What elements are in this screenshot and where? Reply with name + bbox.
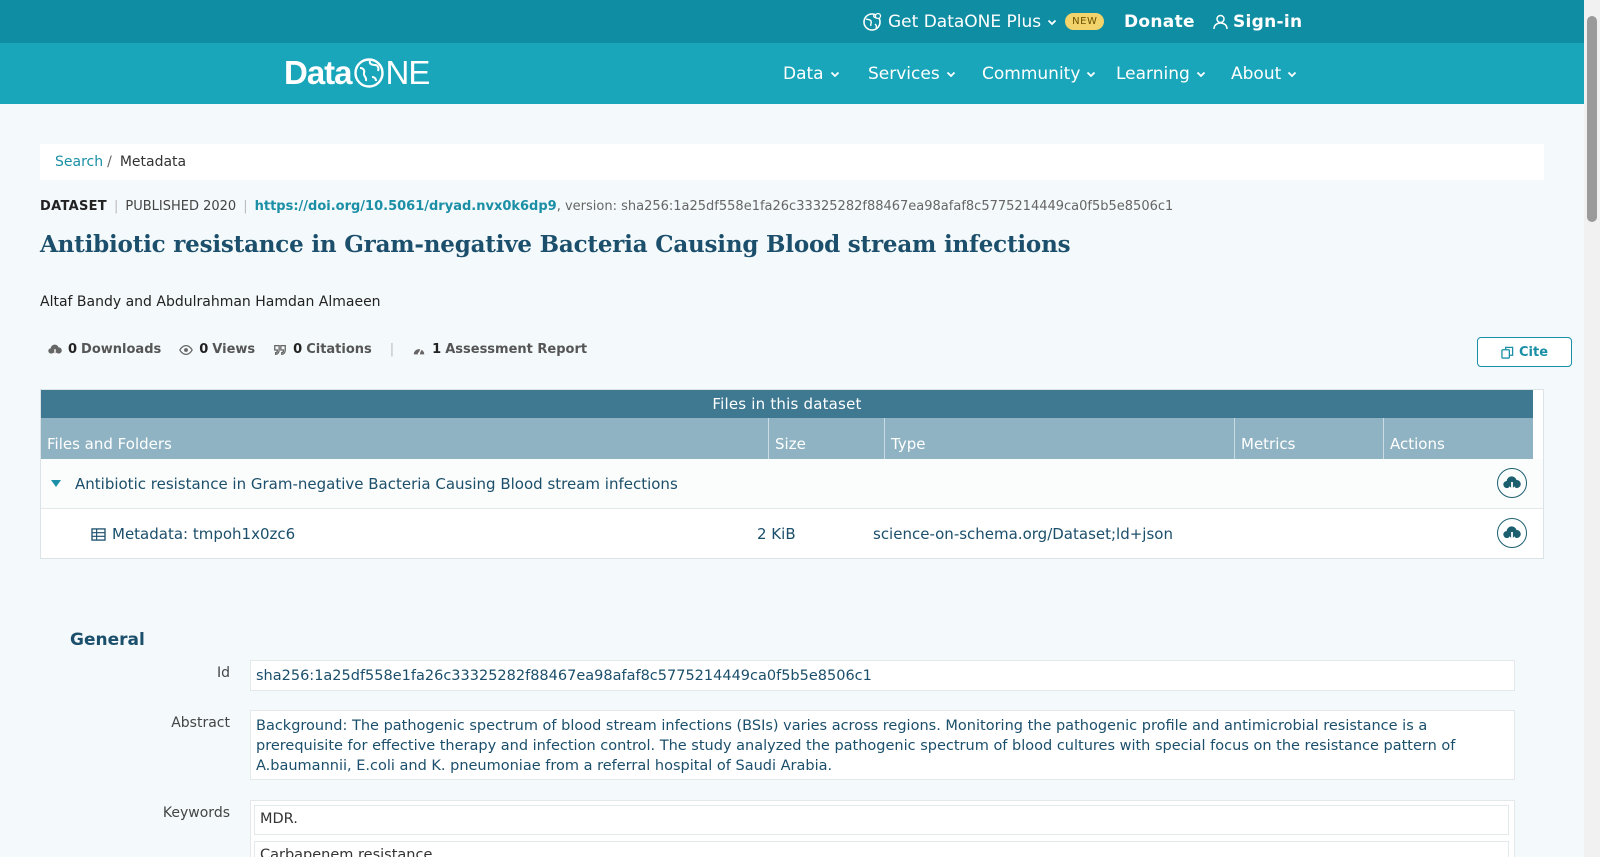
nav-services[interactable]: Services: [868, 43, 956, 104]
page-scrollbar[interactable]: [1584, 0, 1600, 857]
breadcrumb-current: Metadata: [119, 154, 187, 170]
cloud-download-icon: [1503, 526, 1521, 541]
abstract-value: Background: The pathogenic spectrum of b…: [250, 710, 1515, 780]
breadcrumb-separator: /: [107, 154, 112, 170]
page-title: Antibiotic resistance in Gram-negative B…: [40, 231, 1071, 258]
globe-icon: [863, 12, 882, 31]
divider: |: [243, 199, 248, 214]
doi-link[interactable]: https://doi.org/10.5061/dryad.nvx0k6dp9: [255, 199, 557, 214]
get-dataone-plus-label: Get DataONE Plus: [888, 11, 1042, 32]
sign-in-label: Sign-in: [1233, 11, 1303, 32]
table-icon: [91, 527, 106, 541]
citations-count: 0: [293, 342, 303, 357]
nav-label: About: [1231, 63, 1282, 84]
caret-down-icon: [51, 480, 61, 487]
nav-community[interactable]: Community: [982, 43, 1096, 104]
scrollbar-thumb[interactable]: [1587, 16, 1597, 222]
column-header-actions: Actions: [1383, 418, 1533, 459]
resource-type: DATASET: [40, 199, 107, 214]
citations-label: Citations: [306, 342, 372, 357]
chevron-down-icon: [1196, 71, 1205, 77]
logo-text-data: Data: [284, 54, 353, 91]
files-table: Files in this dataset Files and Folders …: [40, 389, 1544, 559]
downloads-metric[interactable]: 0 Downloads: [48, 342, 161, 357]
folder-name: Antibiotic resistance in Gram-negative B…: [75, 475, 678, 493]
citation-meta: DATASET | PUBLISHED 2020 | https://doi.o…: [40, 199, 1173, 214]
download-file-button[interactable]: [1497, 518, 1527, 548]
id-label: Id: [216, 665, 230, 681]
metadata-file-type: science-on-schema.org/Dataset;ld+json: [873, 525, 1173, 543]
authors: Altaf Bandy and Abdulrahman Hamdan Almae…: [40, 294, 381, 310]
chevron-down-icon: [1048, 19, 1057, 25]
column-header-files: Files and Folders: [47, 435, 172, 453]
abstract-label: Abstract: [171, 715, 230, 731]
chevron-down-icon: [1087, 71, 1096, 77]
metadata-file-size: 2 KiB: [757, 525, 796, 543]
downloads-count: 0: [68, 342, 78, 357]
nav-learning[interactable]: Learning: [1116, 43, 1206, 104]
earth-logo-icon: [353, 58, 384, 88]
divider: |: [113, 199, 119, 214]
cite-label: Cite: [1518, 344, 1549, 360]
cloud-download-icon: [48, 344, 62, 356]
nav-label: Community: [982, 63, 1081, 84]
views-label: Views: [212, 342, 256, 357]
keyword-item: Carbapenem resistance: [254, 841, 1509, 857]
column-header-size: Size: [768, 418, 884, 459]
quote-icon: [274, 344, 287, 355]
chevron-down-icon: [946, 71, 955, 77]
id-value: sha256:1a25df558e1fa26c33325282f88467ea9…: [250, 660, 1515, 691]
folder-row[interactable]: Antibiotic resistance in Gram-negative B…: [41, 459, 1543, 509]
keyword-item: MDR.: [254, 805, 1509, 835]
chevron-down-icon: [1288, 71, 1297, 77]
utility-bar: Get DataONE Plus NEW Donate Sign-in: [0, 0, 1584, 43]
breadcrumb: Search / Metadata: [40, 144, 1544, 180]
views-metric[interactable]: 0 Views: [179, 342, 255, 357]
citations-metric[interactable]: 0 Citations: [273, 342, 372, 357]
donate-link[interactable]: Donate: [1124, 0, 1195, 43]
published-date: PUBLISHED 2020: [125, 199, 237, 214]
downloads-label: Downloads: [81, 342, 162, 357]
column-header-metrics: Metrics: [1234, 418, 1383, 459]
column-header-type: Type: [884, 418, 1234, 459]
breadcrumb-search-link[interactable]: Search: [55, 154, 103, 170]
assessment-count: 1: [432, 342, 442, 357]
cloud-download-icon: [1503, 476, 1521, 491]
file-row[interactable]: Metadata: tmpoh1x0zc6 2 KiB science-on-s…: [41, 509, 1543, 559]
metadata-file-name: Metadata: tmpoh1x0zc6: [112, 525, 296, 543]
cite-button[interactable]: Cite: [1477, 337, 1572, 367]
metadata-file-link[interactable]: Metadata: tmpoh1x0zc6: [91, 509, 295, 559]
download-folder-button[interactable]: [1497, 468, 1527, 498]
files-table-caption: Files in this dataset: [41, 390, 1533, 418]
get-dataone-plus-menu[interactable]: Get DataONE Plus NEW: [862, 0, 1105, 43]
logo-text-one: NE: [385, 54, 431, 91]
gauge-icon: [413, 347, 425, 355]
chevron-down-icon: [830, 71, 839, 77]
user-icon: [1213, 14, 1228, 29]
dataone-logo[interactable]: Data NE: [284, 54, 431, 91]
divider: |: [389, 342, 395, 357]
main-navbar: Data NE Data Services Community Learning…: [0, 43, 1584, 104]
version-text: , version: sha256:1a25df558e1fa26c333252…: [556, 199, 1174, 214]
folder-toggle[interactable]: [51, 459, 61, 509]
nav-label: Data: [783, 63, 824, 84]
assessment-label: Assessment Report: [445, 342, 588, 357]
eye-icon: [179, 344, 194, 355]
sign-in-link[interactable]: Sign-in: [1213, 0, 1302, 43]
copy-icon: [1501, 346, 1514, 359]
views-count: 0: [199, 342, 209, 357]
nav-label: Services: [868, 63, 940, 84]
metrics-row: 0 Downloads 0 Views 0 Citations | 1 Assessme…: [48, 342, 605, 357]
files-table-header: Files and Folders Size Type Metrics Acti…: [41, 418, 1533, 459]
general-section-title: General: [70, 630, 145, 650]
nav-about[interactable]: About: [1231, 43, 1297, 104]
nav-label: Learning: [1116, 63, 1190, 84]
nav-data[interactable]: Data: [783, 43, 840, 104]
assessment-report-metric[interactable]: 1 Assessment Report: [412, 342, 587, 357]
keywords-label: Keywords: [162, 805, 230, 821]
new-badge: NEW: [1065, 13, 1105, 30]
